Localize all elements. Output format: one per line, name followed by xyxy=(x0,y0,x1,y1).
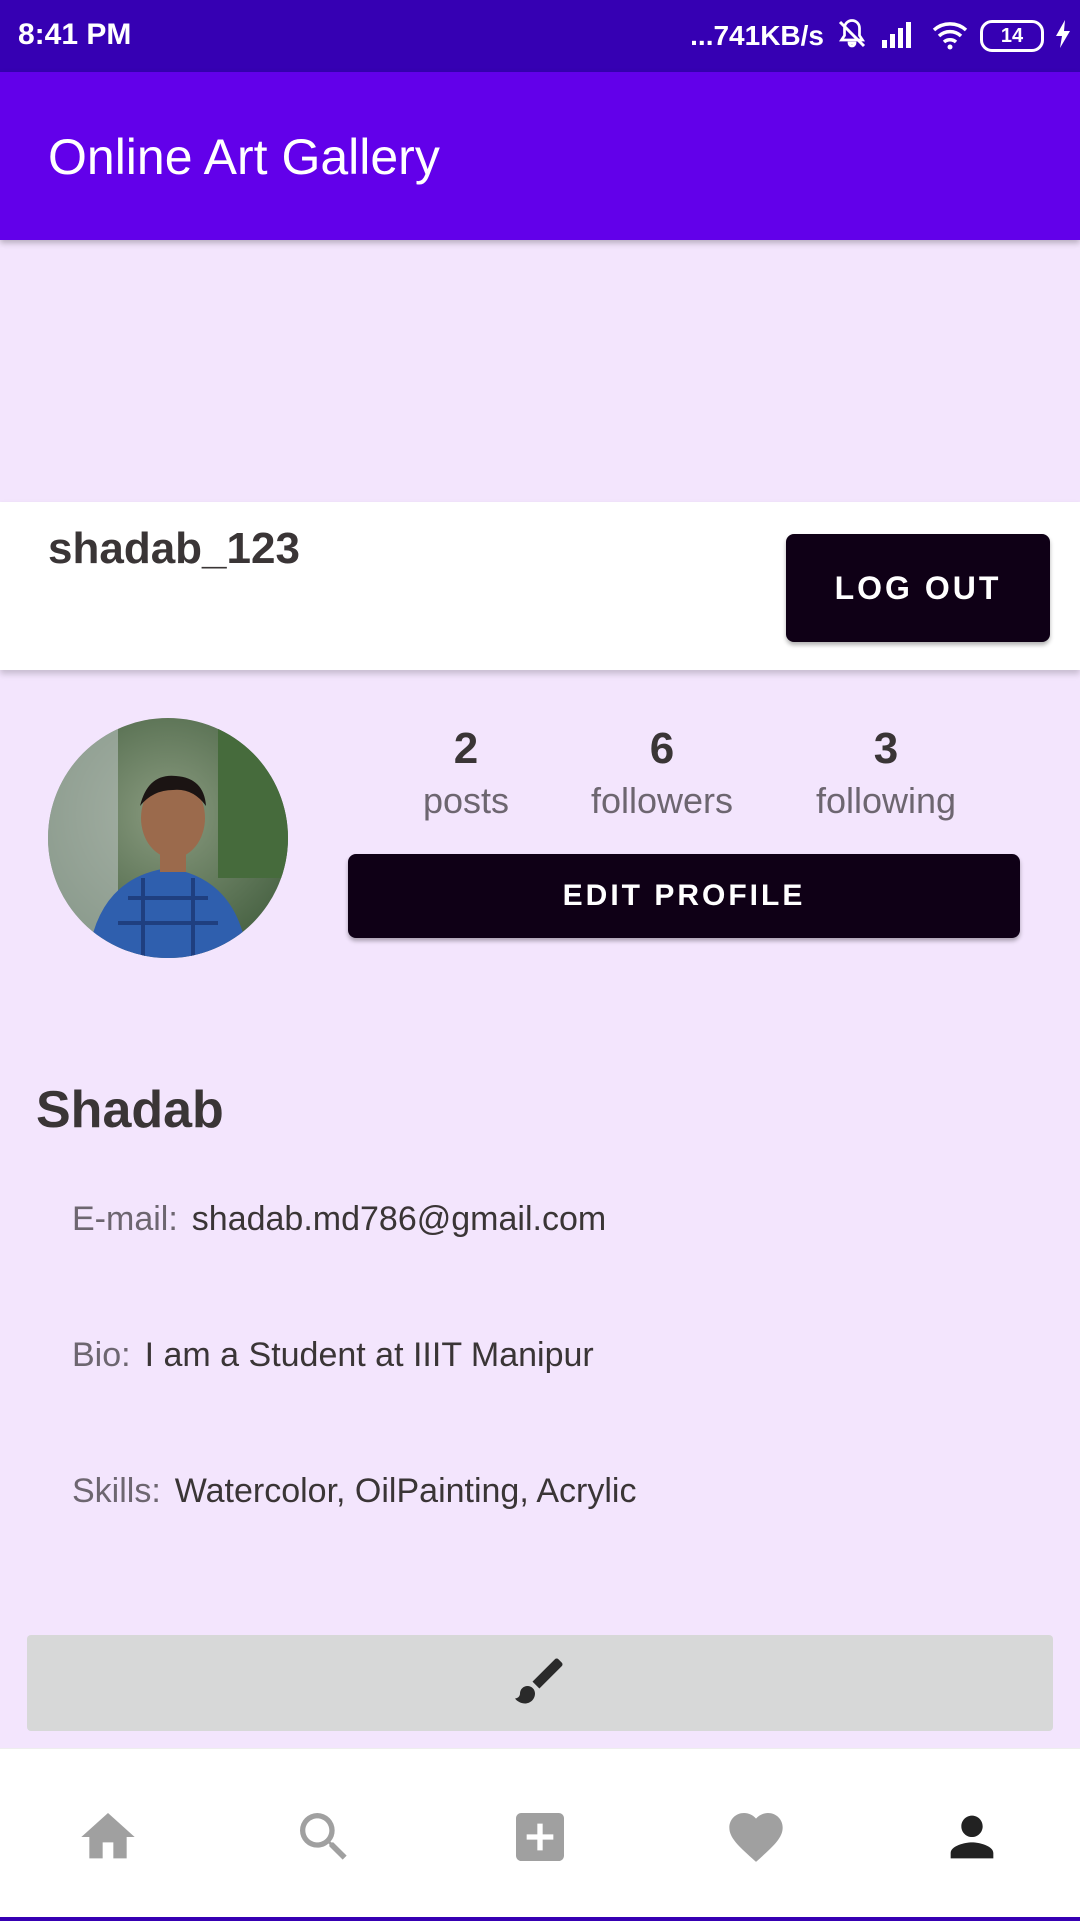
full-name: Shadab xyxy=(36,1081,224,1139)
home-icon[interactable] xyxy=(76,1805,140,1869)
search-icon[interactable] xyxy=(292,1805,356,1869)
bio-label: Bio: xyxy=(72,1336,131,1374)
signal-icon xyxy=(880,18,920,55)
logout-button[interactable]: LOG OUT xyxy=(786,534,1050,642)
mute-icon xyxy=(834,16,870,57)
posts-stat[interactable]: 2 posts xyxy=(366,724,566,822)
add-icon[interactable] xyxy=(508,1805,572,1869)
nav-indicator-line xyxy=(0,1917,1080,1921)
username: shadab_123 xyxy=(48,524,300,573)
battery-icon: 14 xyxy=(980,20,1044,52)
skills-value: Watercolor, OilPainting, Acrylic xyxy=(174,1472,637,1510)
status-bar: 8:41 PM ...741KB/s 14 xyxy=(0,0,1080,72)
following-count: 3 xyxy=(873,724,899,773)
posts-label: posts xyxy=(422,780,510,821)
charging-icon xyxy=(1054,18,1072,55)
app-bar: Online Art Gallery xyxy=(0,72,1080,240)
wifi-icon xyxy=(930,18,970,55)
posts-count: 2 xyxy=(453,724,479,773)
network-speed: ...741KB/s xyxy=(690,20,824,51)
person-icon[interactable] xyxy=(940,1805,1004,1869)
email-label: E-mail: xyxy=(72,1200,178,1238)
followers-stat[interactable]: 6 followers xyxy=(562,724,762,822)
paintbrush-icon xyxy=(510,1651,570,1716)
profile-header: shadab_123 LOG OUT xyxy=(0,502,1080,670)
bio-row: Bio: I am a Student at IIIT Manipur xyxy=(72,1336,594,1375)
email-row: E-mail: shadab.md786@gmail.com xyxy=(72,1200,606,1239)
skills-label: Skills: xyxy=(72,1472,161,1510)
edit-profile-button[interactable]: EDIT PROFILE xyxy=(348,854,1020,938)
avatar xyxy=(48,718,288,958)
followers-label: followers xyxy=(590,780,734,821)
heart-icon[interactable] xyxy=(724,1805,788,1869)
bottom-nav xyxy=(0,1748,1080,1921)
followers-count: 6 xyxy=(649,724,675,773)
app-title: Online Art Gallery xyxy=(48,129,440,185)
status-time: 8:41 PM xyxy=(18,18,132,51)
bio-value: I am a Student at IIIT Manipur xyxy=(144,1336,594,1374)
skills-row: Skills: Watercolor, OilPainting, Acrylic xyxy=(72,1472,636,1511)
following-stat[interactable]: 3 following xyxy=(786,724,986,822)
email-value: shadab.md786@gmail.com xyxy=(191,1200,607,1238)
artworks-tab[interactable] xyxy=(27,1635,1053,1731)
status-icons: ...741KB/s 14 xyxy=(690,14,1072,58)
following-label: following xyxy=(815,780,957,821)
